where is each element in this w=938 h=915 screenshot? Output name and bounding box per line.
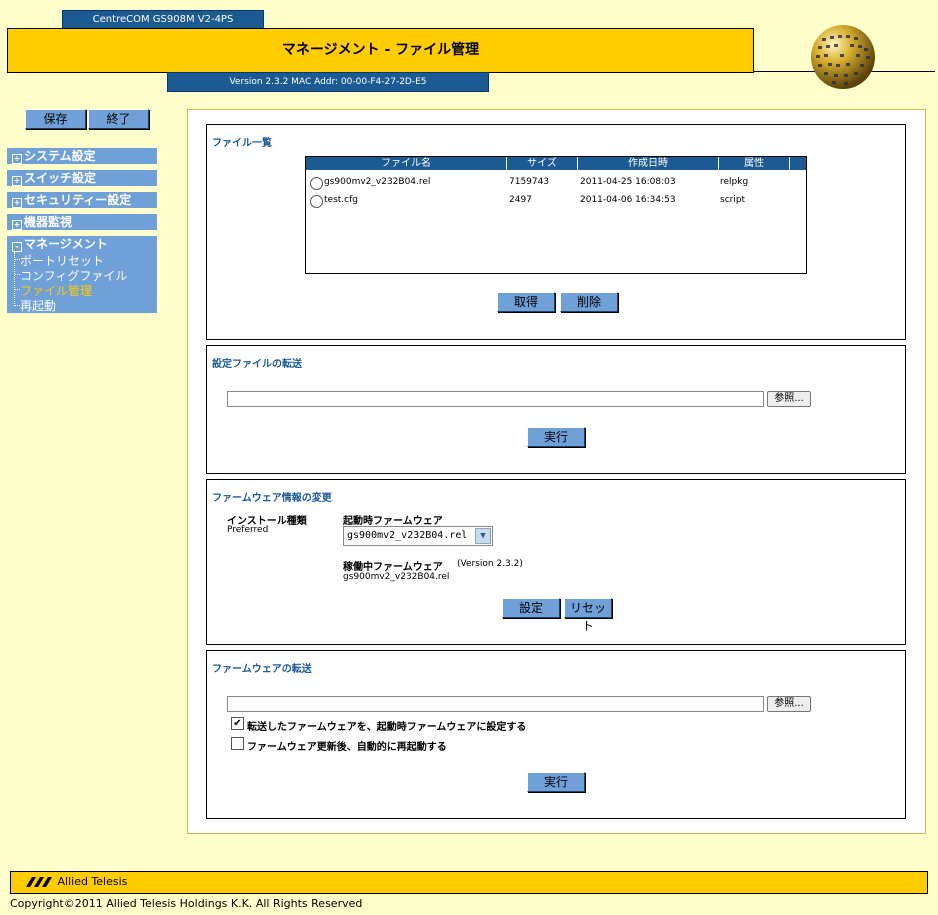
file-select-radio[interactable]	[310, 177, 323, 190]
column-header: 属性	[719, 157, 790, 170]
running-firmware-value: gs900mv2_v232B04.rel	[343, 572, 450, 582]
nav-label: スイッチ設定	[24, 171, 97, 185]
expand-plus-icon: +	[12, 154, 22, 164]
model-name: CentreCOM GS908M V2-4PS	[62, 10, 264, 30]
firmware-path-input[interactable]	[227, 696, 764, 712]
reset-button[interactable]: リセット	[564, 598, 612, 633]
brand-name: Allied Telesis	[57, 875, 128, 888]
page-title: マネージメント - ファイル管理	[7, 28, 754, 73]
expand-plus-icon: +	[12, 176, 22, 186]
version-info: Version 2.3.2 MAC Addr: 00-00-F4-27-2D-E…	[167, 72, 489, 92]
exit-button[interactable]: 終了	[88, 109, 149, 129]
column-header: サイズ	[507, 157, 578, 170]
execute-button[interactable]: 実行	[527, 427, 585, 447]
nav-management[interactable]: - マネージメント	[7, 236, 157, 252]
set-boot-firmware-checkbox[interactable]: ✔	[231, 717, 244, 730]
get-button[interactable]: 取得	[497, 292, 555, 312]
set-boot-firmware-label: 転送したファームウェアを、起動時ファームウェアに設定する	[247, 722, 527, 733]
set-button[interactable]: 設定	[502, 598, 560, 618]
footer-bar	[10, 871, 928, 894]
nav-label: 機器監視	[24, 215, 73, 229]
column-header: 作成日時	[578, 157, 719, 170]
execute-button[interactable]: 実行	[527, 772, 585, 792]
browse-button[interactable]: 参照...	[767, 391, 811, 407]
column-header	[790, 157, 806, 170]
tree-line	[14, 252, 15, 306]
file-select-radio[interactable]	[310, 195, 323, 208]
globe-logo-icon	[811, 25, 875, 89]
nav-system-settings[interactable]: + システム設定	[7, 148, 157, 164]
delete-button[interactable]: 削除	[560, 292, 618, 312]
file-date: 2011-04-06 16:34:53	[580, 195, 676, 205]
file-size: 7159743	[509, 177, 550, 187]
running-firmware-label: 稼働中ファームウェア	[343, 562, 443, 573]
save-button[interactable]: 保存	[25, 109, 86, 129]
collapse-minus-icon: -	[12, 242, 22, 252]
nav-label: マネージメント	[24, 237, 108, 251]
expand-plus-icon: +	[12, 198, 22, 208]
file-attr: relpkg	[720, 177, 749, 187]
boot-firmware-select[interactable]: gs900mv2_v232B04.rel ▼	[343, 526, 493, 546]
file-name: test.cfg	[324, 195, 358, 205]
file-list-panel: ファイル一覧 ファイル名 サイズ 作成日時 属性 gs900mv2_v232B0…	[206, 124, 906, 340]
boot-firmware-selected: gs900mv2_v232B04.rel	[347, 530, 468, 541]
nav-label: システム設定	[24, 149, 96, 163]
install-type-value: Preferred	[227, 525, 269, 535]
firmware-info-panel: ファームウェア情報の変更 インストール種類 Preferred 起動時ファームウ…	[206, 479, 906, 645]
boot-firmware-label: 起動時ファームウェア	[343, 516, 443, 527]
browse-button[interactable]: 参照...	[767, 696, 811, 712]
chevron-down-icon[interactable]: ▼	[475, 528, 491, 544]
expand-plus-icon: +	[12, 220, 22, 230]
brand-logo: Allied Telesis	[24, 875, 127, 888]
nav-device-monitoring[interactable]: + 機器監視	[7, 214, 157, 230]
auto-reboot-label: ファームウェア更新後、自動的に再起動する	[247, 742, 447, 753]
panel-title: ファイル一覧	[212, 138, 272, 149]
file-table: ファイル名 サイズ 作成日時 属性 gs900mv2_v232B04.rel 7…	[305, 156, 807, 274]
nav-reboot[interactable]: 再起動	[20, 297, 56, 314]
config-transfer-panel: 設定ファイルの転送 参照... 実行	[206, 345, 906, 474]
panel-title: ファームウェア情報の変更	[212, 493, 332, 504]
panel-title: ファームウェアの転送	[212, 664, 312, 675]
nav-security-settings[interactable]: + セキュリティー設定	[7, 192, 157, 208]
file-size: 2497	[509, 195, 532, 205]
config-path-input[interactable]	[227, 391, 764, 407]
nav-switch-settings[interactable]: + スイッチ設定	[7, 170, 157, 186]
column-header: ファイル名	[306, 157, 507, 170]
auto-reboot-checkbox[interactable]	[231, 737, 244, 750]
file-date: 2011-04-25 16:08:03	[580, 177, 676, 187]
allied-telesis-logo-icon	[26, 877, 52, 887]
firmware-transfer-panel: ファームウェアの転送 参照... ✔ 転送したファームウェアを、起動時ファームウ…	[206, 650, 906, 819]
copyright: Copyright©2011 Allied Telesis Holdings K…	[10, 897, 363, 910]
running-firmware-version: (Version 2.3.2)	[457, 559, 523, 569]
file-name: gs900mv2_v232B04.rel	[324, 177, 431, 187]
nav-label: セキュリティー設定	[24, 193, 132, 207]
file-attr: script	[720, 195, 746, 205]
panel-title: 設定ファイルの転送	[212, 359, 302, 370]
